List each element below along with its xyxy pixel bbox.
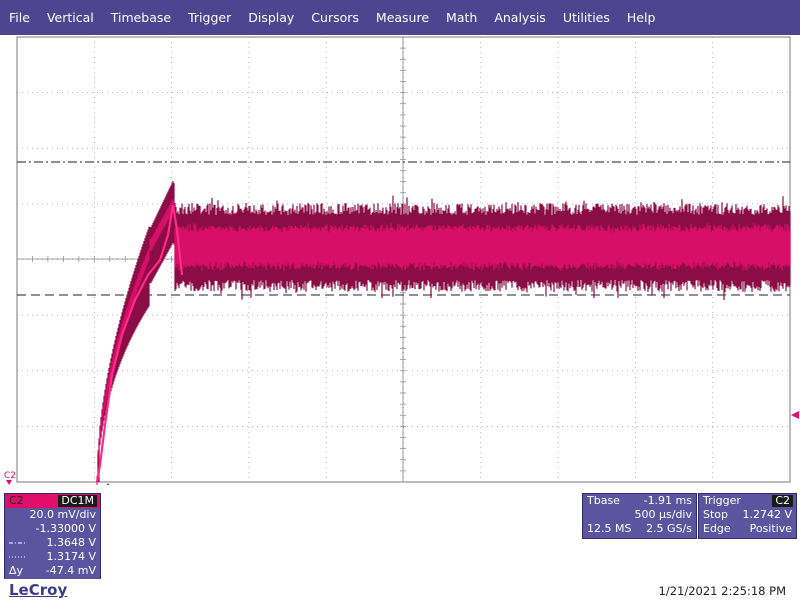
- channel-2-panel[interactable]: C2 DC1M 20.0 mV/div -1.33000 V 1.3648 V …: [4, 493, 101, 581]
- cursor-1-value: 1.3648 V: [46, 536, 96, 549]
- trigger-level-marker-icon[interactable]: [791, 411, 799, 419]
- menu-cursors[interactable]: Cursors: [302, 10, 367, 25]
- lecroy-logo: LeCroy: [9, 581, 68, 599]
- channel-ground-marker-icon[interactable]: [6, 480, 12, 485]
- menu-file[interactable]: File: [0, 10, 38, 25]
- oscilloscope-display[interactable]: C2: [0, 35, 800, 485]
- sample-count: 12.5 MS: [587, 522, 632, 535]
- timestamp: 1/21/2021 2:25:18 PM: [658, 584, 786, 598]
- sample-rate: 2.5 GS/s: [646, 522, 692, 535]
- trigger-level: 1.2742 V: [742, 508, 792, 521]
- menu-display[interactable]: Display: [239, 10, 302, 25]
- dotted-line-icon: [9, 556, 27, 558]
- menu-vertical[interactable]: Vertical: [38, 10, 102, 25]
- trigger-slope: Positive: [749, 522, 792, 535]
- timebase-title: Tbase: [587, 494, 620, 507]
- cursor-2-value: 1.3174 V: [46, 550, 96, 563]
- timebase-scale: 500 µs/div: [634, 508, 692, 521]
- menu-trigger[interactable]: Trigger: [179, 10, 239, 25]
- menu-analysis[interactable]: Analysis: [485, 10, 554, 25]
- trigger-panel[interactable]: Trigger C2 Stop 1.2742 V Edge Positive: [698, 493, 797, 539]
- trigger-position-marker-icon[interactable]: [104, 483, 112, 485]
- coupling-badge: DC1M: [58, 495, 97, 507]
- trigger-title: Trigger: [703, 494, 741, 507]
- menu-bar: File Vertical Timebase Trigger Display Cursor…: [0, 0, 800, 35]
- delta-label: Δy: [9, 564, 24, 577]
- timebase-delay: -1.91 ms: [643, 494, 692, 507]
- trigger-type: Edge: [703, 522, 731, 535]
- vertical-offset: -1.33000 V: [35, 522, 96, 535]
- vertical-scale: 20.0 mV/div: [29, 508, 96, 521]
- trigger-source-badge: C2: [772, 495, 793, 507]
- channel-name: C2: [9, 494, 24, 507]
- delta-value: -47.4 mV: [45, 564, 96, 577]
- trigger-mode: Stop: [703, 508, 729, 521]
- channel-ground-marker-label[interactable]: C2: [4, 471, 16, 481]
- menu-math[interactable]: Math: [437, 10, 485, 25]
- menu-measure[interactable]: Measure: [367, 10, 437, 25]
- menu-timebase[interactable]: Timebase: [102, 10, 179, 25]
- timebase-panel[interactable]: Tbase -1.91 ms 500 µs/div 12.5 MS 2.5 GS…: [582, 493, 697, 539]
- dash-dot-line-icon: [9, 542, 27, 544]
- menu-utilities[interactable]: Utilities: [554, 10, 618, 25]
- menu-help[interactable]: Help: [618, 10, 664, 25]
- channel-2-trace: [95, 181, 791, 485]
